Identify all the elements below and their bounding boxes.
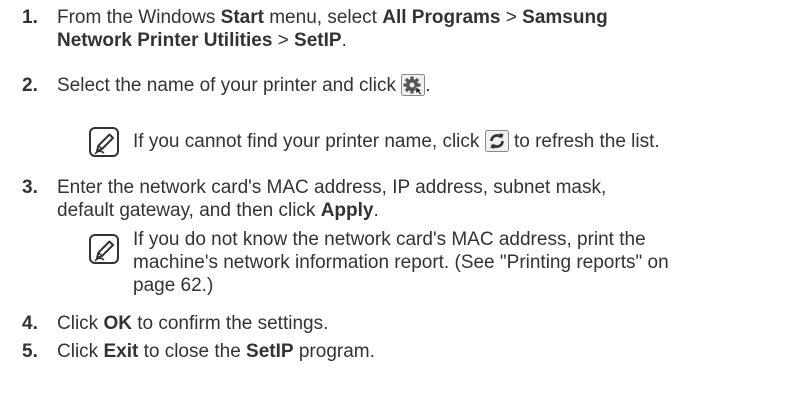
step-number: 1.: [22, 7, 38, 28]
step-text: Click Exit to close the SetIP program.: [57, 340, 375, 363]
text-run: Select the name of your printer and clic…: [57, 75, 397, 96]
note-line: If you do not know the network card's MA…: [133, 229, 646, 250]
button-exit-ref: Exit: [103, 341, 139, 362]
text-run: to close the: [138, 341, 247, 362]
menu-network-printer-utilities: Network Printer Utilities: [57, 30, 273, 51]
text-run: default gateway, and then click: [57, 200, 321, 221]
note-line: page 62.): [133, 275, 214, 296]
text-run: to confirm the settings.: [131, 313, 329, 334]
note-line: machine's network information report. (S…: [133, 252, 669, 273]
step-1: 1. From the Windows Start menu, select A…: [0, 6, 802, 54]
step-line: Network Printer Utilities > SetIP.: [57, 29, 608, 52]
step-number: 3.: [22, 177, 38, 198]
text-run: If you cannot find your printer name, cl…: [133, 131, 480, 152]
step-number: 5.: [22, 341, 38, 362]
step-text: From the Windows Start menu, select All …: [57, 6, 608, 52]
step-5: 5. Click Exit to close the SetIP program…: [0, 340, 802, 364]
note-text: If you do not know the network card's MA…: [133, 228, 669, 297]
text-run: to refresh the list.: [513, 131, 660, 152]
note-pencil-icon: [89, 127, 119, 157]
step-number: 4.: [22, 313, 38, 334]
text-run: Click: [57, 341, 104, 362]
note-1: If you cannot find your printer name, cl…: [0, 124, 802, 164]
button-apply-ref: Apply: [320, 200, 374, 221]
text-run: >: [500, 7, 523, 28]
text-run: .: [373, 200, 379, 221]
text-run: .: [341, 30, 347, 51]
settings-gear-icon: [401, 74, 426, 102]
program-setip: SetIP: [246, 341, 294, 362]
step-3: 3. Enter the network card's MAC address,…: [0, 176, 802, 224]
step-line: From the Windows Start menu, select All …: [57, 6, 608, 29]
step-4: 4. Click OK to confirm the settings.: [0, 312, 802, 336]
refresh-icon: [484, 130, 509, 158]
text-run: program.: [293, 341, 375, 362]
menu-setip: SetIP: [294, 30, 342, 51]
step-text: Click OK to confirm the settings.: [57, 312, 328, 335]
menu-samsung: Samsung: [522, 7, 608, 28]
note-2: If you do not know the network card's MA…: [0, 228, 802, 298]
step-text: Enter the network card's MAC address, IP…: [57, 176, 606, 222]
text-run: From the Windows: [57, 7, 221, 28]
step-number: 2.: [22, 75, 38, 96]
button-ok-ref: OK: [103, 313, 132, 334]
step-line: default gateway, and then click Apply.: [57, 199, 606, 222]
menu-start: Start: [220, 7, 264, 28]
step-line: Enter the network card's MAC address, IP…: [57, 177, 607, 198]
text-run: Click: [57, 313, 104, 334]
step-text: Select the name of your printer and clic…: [57, 74, 431, 102]
text-run: .: [425, 75, 431, 96]
text-run: >: [272, 30, 295, 51]
step-2: 2. Select the name of your printer and c…: [0, 74, 802, 102]
text-run: menu, select: [263, 7, 383, 28]
note-pencil-icon: [89, 234, 119, 264]
note-text: If you cannot find your printer name, cl…: [133, 130, 660, 158]
menu-all-programs: All Programs: [382, 7, 501, 28]
